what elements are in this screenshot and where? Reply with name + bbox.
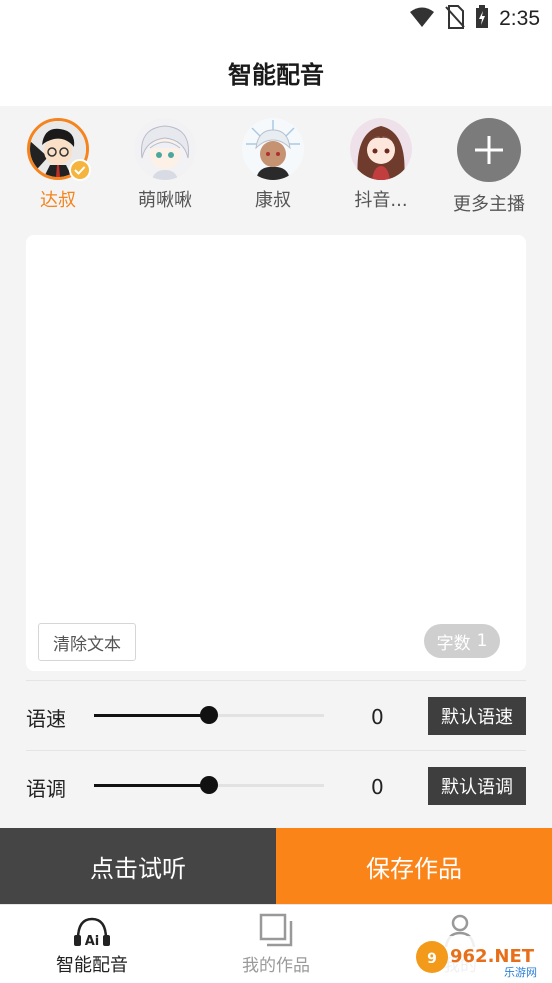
more-anchors-button[interactable]: 更多主播	[441, 118, 537, 216]
anchor-selector: 达叔 萌啾啾 康叔 抖音... 更多主播	[0, 106, 552, 230]
avatar-kangshu	[242, 118, 304, 180]
works-icon	[184, 905, 368, 949]
clear-text-button[interactable]: 清除文本	[38, 623, 136, 661]
slider-thumb[interactable]	[200, 776, 218, 794]
anchor-name: 康叔	[255, 190, 291, 211]
pitch-value: 0	[371, 775, 384, 799]
default-speed-button[interactable]: 默认语速	[428, 697, 526, 735]
watermark-text: 962.NET	[450, 946, 535, 967]
text-editor[interactable]: 清除文本 字数 1	[26, 235, 526, 671]
default-pitch-button[interactable]: 默认语调	[428, 767, 526, 805]
status-bar: 2:35	[0, 0, 552, 38]
avatar-douyin	[350, 118, 412, 180]
listen-button[interactable]: 点击试听	[0, 828, 276, 904]
pitch-row: 语调 0 默认语调	[26, 750, 526, 820]
tab-my-works[interactable]: 我的作品	[184, 905, 368, 983]
watermark-subtext: 乐游网	[504, 966, 537, 979]
selected-check-icon	[69, 159, 91, 181]
no-sim-icon	[445, 5, 465, 33]
slider-fill	[94, 784, 209, 787]
slider-fill	[94, 714, 209, 717]
anchor-name: 达叔	[40, 190, 76, 211]
pitch-slider[interactable]	[94, 776, 324, 794]
wifi-icon	[409, 6, 435, 32]
slider-thumb[interactable]	[200, 706, 218, 724]
char-count-value: 1	[476, 631, 488, 651]
char-count-badge: 字数 1	[424, 624, 500, 658]
speed-value: 0	[371, 705, 384, 729]
title-bar: 智能配音	[0, 38, 552, 106]
tab-smart-dubbing[interactable]: Ai 智能配音	[0, 905, 184, 983]
anchor-item-dashu[interactable]: 达叔	[10, 118, 106, 212]
site-watermark: 9 962.NET 乐游网	[412, 934, 552, 980]
svg-text:9: 9	[427, 951, 437, 967]
anchor-item-kangshu[interactable]: 康叔	[225, 118, 321, 212]
anchor-name: 萌啾啾	[138, 190, 192, 211]
tab-label: 智能配音	[56, 955, 128, 976]
ai-headset-icon: Ai	[0, 905, 184, 949]
anchor-item-mengjiujiu[interactable]: 萌啾啾	[117, 118, 213, 212]
page-title: 智能配音	[228, 60, 324, 89]
anchor-item-douyin[interactable]: 抖音...	[333, 118, 429, 212]
anchor-name: 抖音...	[354, 190, 408, 211]
avatar-dashu	[27, 118, 91, 181]
more-anchors-label: 更多主播	[453, 194, 525, 215]
svg-text:Ai: Ai	[85, 934, 100, 949]
avatar-mengjiujiu	[134, 118, 196, 180]
tab-label: 我的作品	[242, 956, 310, 976]
status-time: 2:35	[499, 7, 540, 30]
char-count-label: 字数	[436, 633, 471, 654]
speed-label: 语速	[26, 707, 66, 731]
speed-row: 语速 0 默认语速	[26, 680, 526, 750]
save-button[interactable]: 保存作品	[276, 828, 552, 904]
plus-icon	[457, 118, 521, 182]
pitch-label: 语调	[26, 777, 66, 801]
battery-charging-icon	[475, 5, 489, 33]
speed-slider[interactable]	[94, 706, 324, 724]
